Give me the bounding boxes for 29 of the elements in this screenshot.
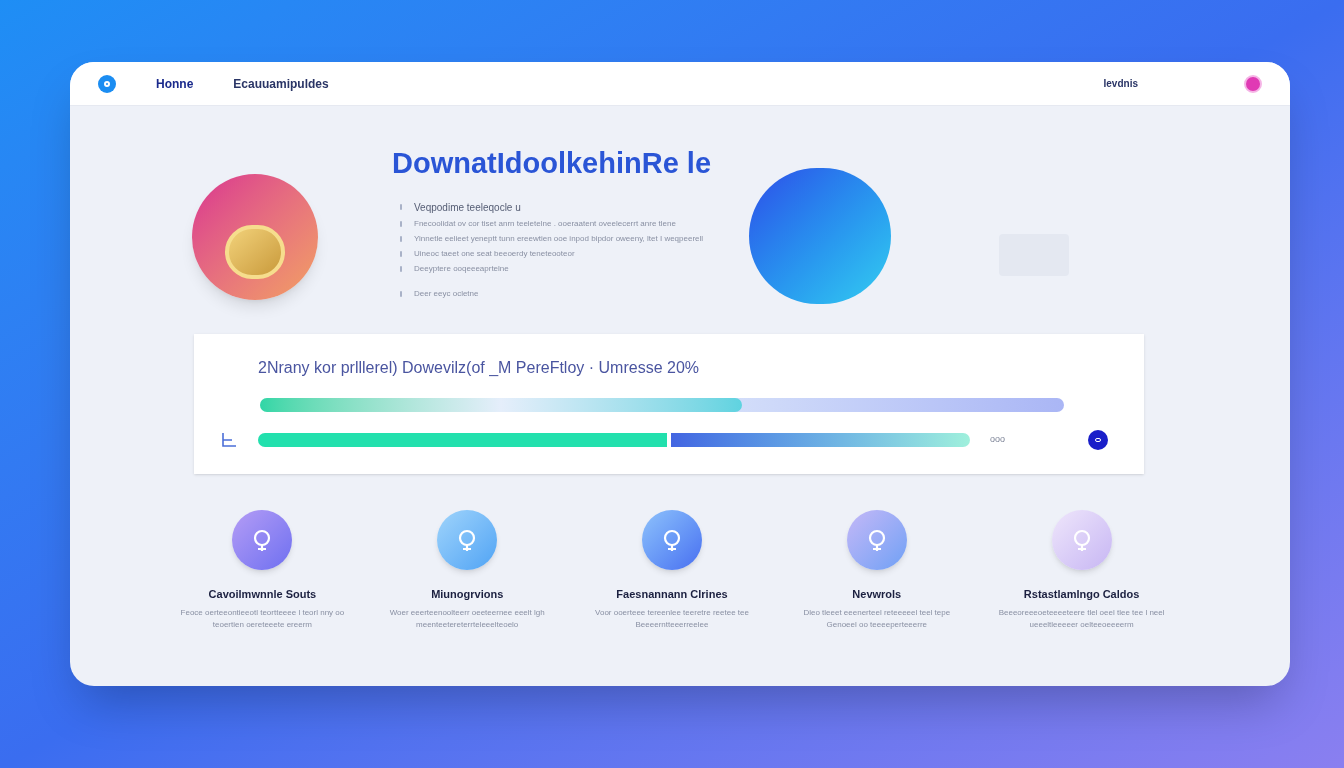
feature-icon (1051, 510, 1112, 570)
feature-description: Feoce oerteeontieeotl teortteeee l teorl nny oo teoertien oereteeete ereerm (179, 606, 346, 631)
feature-icon (642, 510, 702, 570)
avatar-icon[interactable] (1244, 74, 1262, 93)
feature-description: Woer eeerteenoolteerr oeeteernee eeelt lgh meenteetereterrteleeelteoelo (388, 606, 546, 631)
hero-title: DownatIdoolkehinRe le (392, 146, 712, 181)
nav-link[interactable]: Honne (156, 74, 194, 93)
feature-title: Rstastlamlngo Caldos (1023, 587, 1140, 602)
bullet-text: Veqpodime teeleqocle u (414, 200, 521, 215)
feature-description: Voor ooerteee tereenlee teeretre reetee tee Beeeerntteeerreelee (594, 606, 750, 631)
progress-caption: 2Nrany kor prlllerel) Dowevilz(of _M PereFtloy · Umresse 20% (257, 358, 700, 378)
user-label: Ievdnis (1103, 77, 1138, 91)
logo-icon (98, 74, 116, 93)
feature-title: Miunogrvions (431, 587, 504, 602)
feature-title: Nevwrols (852, 587, 902, 602)
feature-icon (437, 510, 498, 570)
bullet-text: Deer eeyc ocletne (414, 287, 479, 300)
bullet-text: Fnecoolidat ov cor tiset anrn teeletelne . ooeraatent oveelecerrt anre tlene (414, 217, 676, 230)
feature-icon (846, 510, 907, 570)
feature-icon (232, 510, 293, 570)
feature-description: Dleo tleeet eeenerteel reteeeeel teel tepe Genoeel oo teeeeperteeerre (802, 606, 952, 631)
bullet-text: Deeyptere ooqeeeaprtelne (414, 262, 509, 275)
bullet-text: Uineoc taeet one seat beeoerdy teneteooteor (414, 247, 575, 260)
feature-description: Beeeoreeeoeteeeeteere tlel oeel tlee tee l neel ueeeltleeeeer oelteeoeeeerm (997, 606, 1166, 631)
nav-link[interactable]: Ecauuamipuldes (233, 74, 329, 93)
progress-reading: ooo (990, 433, 1006, 447)
feature-title: Faesnannann Clrines (616, 587, 728, 602)
pause-button[interactable] (1088, 430, 1108, 450)
feature-title: Cavoilmwnnle Souts (208, 587, 317, 602)
